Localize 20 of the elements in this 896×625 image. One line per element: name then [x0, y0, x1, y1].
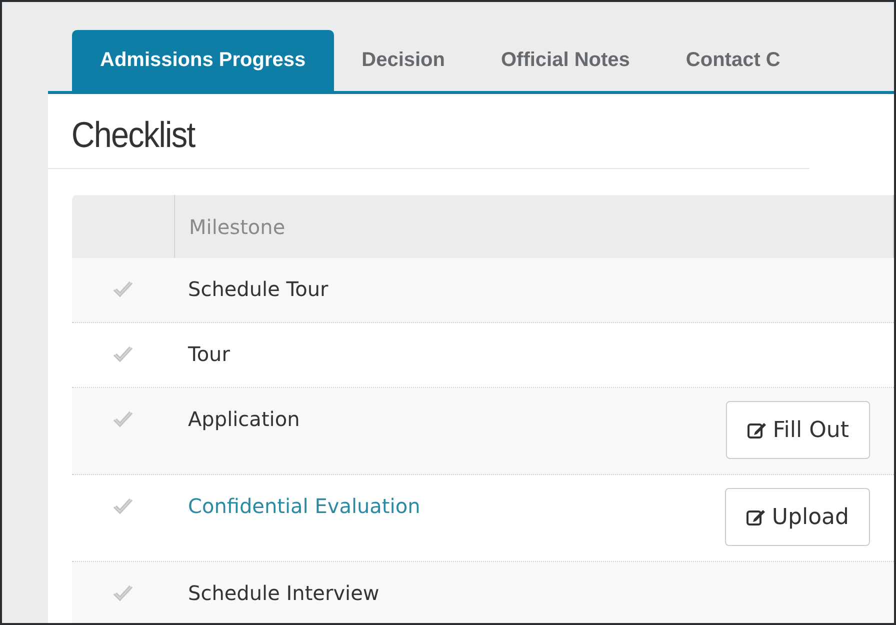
milestone-link[interactable]: Confidential Evaluation: [188, 494, 420, 546]
checkmark-icon: [112, 345, 134, 363]
tab[interactable]: Official Notes: [472, 30, 658, 91]
column-header: Milestone: [189, 214, 286, 238]
milestone-name: Schedule Interview: [188, 581, 380, 605]
action-button[interactable]: Upload: [724, 488, 870, 546]
action-button[interactable]: Fill Out: [726, 401, 870, 459]
checkmark-icon: [112, 584, 134, 602]
tab[interactable]: Decision: [334, 30, 473, 91]
edit-icon: [746, 421, 767, 439]
checkmark-icon: [112, 280, 134, 298]
milestone-name: Schedule Tour: [188, 277, 328, 301]
edit-icon: [746, 508, 766, 526]
tab[interactable]: Contact C: [658, 30, 808, 91]
panel-title: Checklist: [48, 94, 810, 169]
milestone-name: Application: [188, 407, 300, 433]
checkmark-icon: [112, 497, 134, 515]
checkmark-icon: [112, 410, 134, 428]
tab[interactable]: Admissions Progress: [72, 30, 334, 91]
milestone-name: Tour: [188, 342, 230, 366]
